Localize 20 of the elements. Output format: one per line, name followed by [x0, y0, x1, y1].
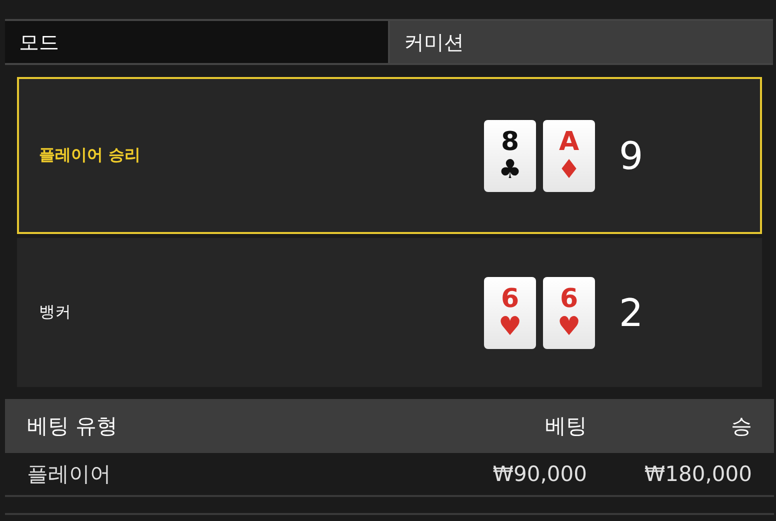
- suit-symbol: ♣: [498, 156, 522, 182]
- score: 9: [619, 134, 644, 178]
- mode-tab[interactable]: 커미션: [390, 21, 773, 63]
- table-cell-text: ₩180,000: [643, 462, 752, 486]
- playing-card: A ♦: [543, 120, 595, 192]
- playing-card: 8 ♣: [484, 120, 536, 192]
- mode-tab[interactable]: 모드: [5, 21, 390, 63]
- suit-symbol: ♥: [498, 314, 522, 340]
- playing-card: 6 ♥: [484, 276, 536, 348]
- suit-symbol: ♥: [557, 314, 581, 340]
- result-label: 플레이어 승리: [39, 145, 142, 166]
- score: 2: [619, 290, 644, 334]
- suit-symbol: ♦: [557, 156, 581, 182]
- column-header: 베팅: [544, 413, 587, 440]
- column-header: 승: [730, 413, 752, 440]
- table-cell-text: ₩90,000: [492, 462, 587, 486]
- column-header: 베팅 유형: [27, 413, 119, 440]
- result-label: 뱅커: [39, 302, 72, 323]
- playing-card: 6 ♥: [543, 276, 595, 348]
- table-cell-text: 플레이어: [27, 461, 112, 488]
